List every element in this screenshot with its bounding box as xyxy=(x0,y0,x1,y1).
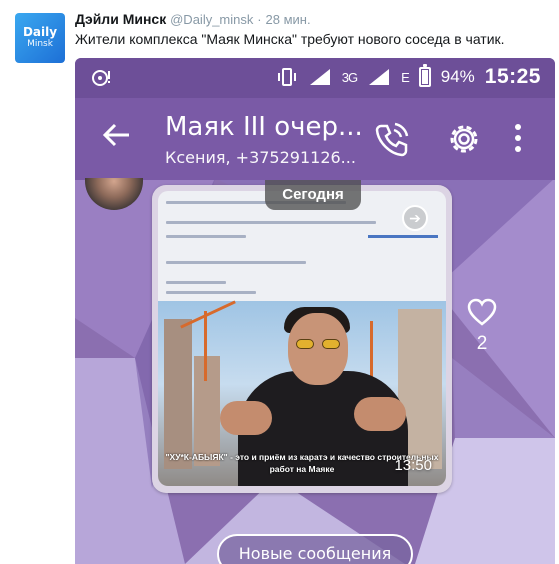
call-icon[interactable] xyxy=(373,120,411,158)
author-avatar[interactable]: Daily Minsk xyxy=(15,13,65,63)
forward-icon[interactable]: ➔ xyxy=(402,205,428,231)
message-bubble[interactable]: "ХУ*К-АБЫЯК" - это и приём из каратэ и к… xyxy=(152,185,452,493)
network-type-3g: 3G xyxy=(341,69,358,85)
settings-gear-icon[interactable] xyxy=(445,120,483,158)
phone-status-bar: 3G E 94% 15:25 xyxy=(75,58,555,98)
battery-percent: 94% xyxy=(440,67,475,86)
message-photo[interactable]: "ХУ*К-АБЫЯК" - это и приём из каратэ и к… xyxy=(158,191,446,486)
chat-members[interactable]: Ксения, +375291126... xyxy=(165,148,356,167)
likes-indicator[interactable]: 2 xyxy=(467,298,497,355)
date-divider: Сегодня xyxy=(265,180,361,210)
new-messages-button[interactable]: Новые сообщения xyxy=(217,534,413,564)
signal-icon-2 xyxy=(369,69,390,85)
avatar-text-line2: Minsk xyxy=(27,39,53,49)
notification-icon xyxy=(92,70,110,86)
tweet-text: Жители комплекса "Маяк Минска" требуют н… xyxy=(75,31,505,47)
message-time: 13:50 xyxy=(394,457,432,474)
more-options-icon[interactable] xyxy=(511,122,525,156)
vibrate-icon xyxy=(277,68,296,86)
likes-count: 2 xyxy=(476,333,488,354)
status-time: 15:25 xyxy=(484,65,541,88)
network-type-e: E xyxy=(401,69,410,85)
tweet-attached-image[interactable]: 3G E 94% 15:25 Маяк III очер... Ксения, … xyxy=(75,58,555,564)
meta-separator: · xyxy=(257,12,262,27)
document-link xyxy=(368,235,438,238)
tweet-timestamp[interactable]: 28 мин. xyxy=(266,12,311,27)
signal-icon xyxy=(309,69,330,85)
author-handle[interactable]: @Daily_minsk xyxy=(170,12,253,27)
heart-icon[interactable] xyxy=(467,298,497,326)
tweet-header: Дэйли Минск @Daily_minsk · 28 мин. xyxy=(75,11,311,27)
battery-icon xyxy=(418,64,431,87)
chat-app-bar: Маяк III очер... Ксения, +375291126... xyxy=(75,98,555,180)
author-name[interactable]: Дэйли Минск xyxy=(75,11,166,27)
chat-title[interactable]: Маяк III очер... xyxy=(165,112,363,142)
avatar-text-line1: Daily xyxy=(22,25,58,39)
back-arrow-icon[interactable] xyxy=(101,120,131,156)
